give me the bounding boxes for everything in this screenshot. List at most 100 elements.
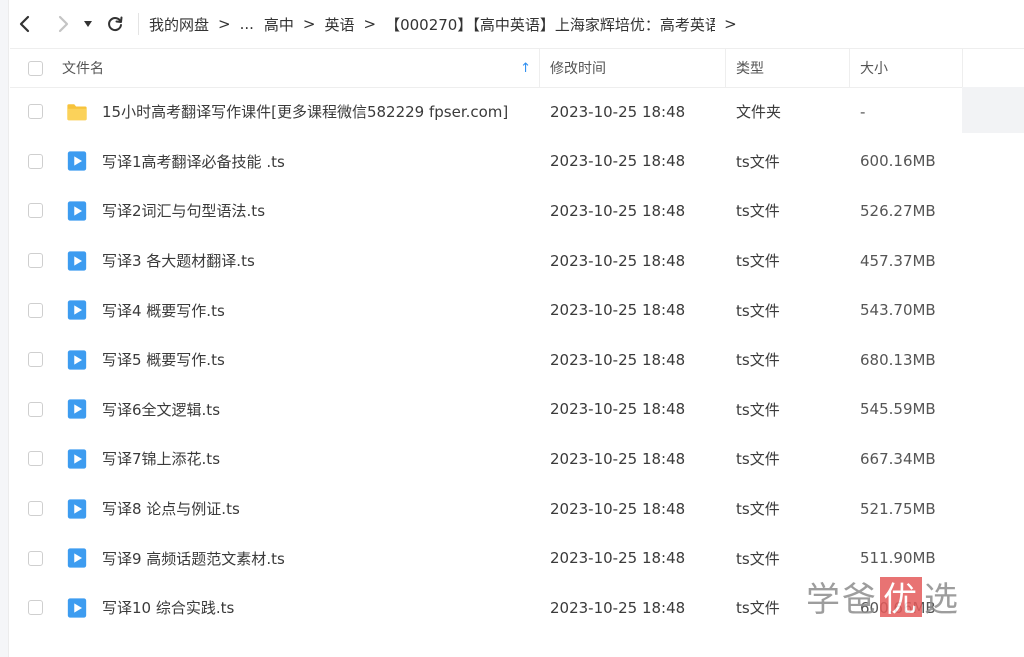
row-checkbox-cell [10, 285, 60, 335]
row-checkbox[interactable] [27, 302, 43, 318]
breadcrumb-item-ellipsis[interactable]: ... [240, 15, 254, 33]
row-checkbox[interactable] [27, 451, 43, 467]
video-file-icon [67, 350, 87, 370]
column-header-time[interactable]: 修改时间 [540, 49, 726, 87]
file-name[interactable]: 写译6全文逻辑.ts [102, 399, 220, 420]
row-checkbox[interactable] [27, 203, 43, 219]
file-name[interactable]: 写译4 概要写作.ts [102, 300, 225, 321]
column-header-name-label: 文件名 [62, 61, 104, 77]
refresh-icon [108, 16, 123, 32]
breadcrumb-item-root[interactable]: 我的网盘 [149, 14, 209, 35]
file-row[interactable]: 写译4 概要写作.ts 2023-10-25 18:48 ts文件 543.70MB [10, 285, 962, 335]
file-type: ts文件 [736, 450, 780, 469]
file-modified-time: 2023-10-25 18:48 [550, 102, 686, 121]
watermark-text-3: 选 [924, 580, 960, 620]
row-checkbox-cell [10, 385, 60, 435]
video-file-icon [67, 201, 87, 221]
file-name[interactable]: 写译1高考翻译必备技能 .ts [102, 151, 285, 172]
file-name-cell[interactable]: 写译4 概要写作.ts [60, 285, 540, 335]
file-size: - [860, 102, 866, 121]
file-row[interactable]: 写译3 各大题材翻译.ts 2023-10-25 18:48 ts文件 457.37M… [10, 236, 962, 286]
file-size: 526.27MB [860, 201, 936, 220]
file-name-cell[interactable]: 15小时高考翻译写作课件[更多课程微信582229 fpser.com] [60, 87, 540, 137]
file-size: 600.16MB [860, 152, 936, 171]
watermark-box: 优 [880, 576, 922, 620]
row-checkbox[interactable] [27, 600, 43, 616]
file-name-cell[interactable]: 写译1高考翻译必备技能 .ts [60, 137, 540, 187]
file-modified-time: 2023-10-25 18:48 [550, 201, 686, 220]
file-name[interactable]: 写译2词汇与句型语法.ts [102, 200, 265, 221]
video-file-icon [67, 449, 87, 469]
file-row[interactable]: 写译2词汇与句型语法.ts 2023-10-25 18:48 ts文件 526.27M… [10, 186, 962, 236]
file-name-cell[interactable]: 写译3 各大题材翻译.ts [60, 236, 540, 286]
file-name[interactable]: 写译7锦上添花.ts [102, 448, 220, 469]
file-name-cell[interactable]: 写译7锦上添花.ts [60, 434, 540, 484]
row-checkbox[interactable] [27, 253, 43, 269]
breadcrumb-separator: > [724, 15, 737, 33]
file-modified-time: 2023-10-25 18:48 [550, 350, 686, 369]
file-modified-time: 2023-10-25 18:48 [550, 449, 686, 468]
file-row[interactable]: 15小时高考翻译写作课件[更多课程微信582229 fpser.com] 2023… [10, 87, 962, 137]
header-filler [962, 48, 1024, 88]
file-name-cell[interactable]: 写译9 高频话题范文素材.ts [60, 533, 540, 583]
file-row[interactable]: 写译6全文逻辑.ts 2023-10-25 18:48 ts文件 545.59MB [10, 385, 962, 435]
row-checkbox-cell [10, 137, 60, 187]
column-header-name[interactable]: 文件名 ↑ [60, 49, 540, 87]
file-name-cell[interactable]: 写译2词汇与句型语法.ts [60, 186, 540, 236]
file-name[interactable]: 写译9 高频话题范文素材.ts [102, 548, 285, 569]
file-name[interactable]: 写译8 论点与例证.ts [102, 498, 240, 519]
file-name-cell[interactable]: 写译10 综合实践.ts [60, 583, 540, 633]
file-row[interactable]: 写译5 概要写作.ts 2023-10-25 18:48 ts文件 680.13MB [10, 335, 962, 385]
breadcrumb: 我的网盘 > ... 高中 > 英语 > 【000270】【高中英语】上海家辉培… [149, 14, 746, 35]
column-header-type[interactable]: 类型 [726, 49, 850, 87]
file-row[interactable]: 写译8 论点与例证.ts 2023-10-25 18:48 ts文件 521.75MB [10, 484, 962, 534]
file-modified-time: 2023-10-25 18:48 [550, 598, 686, 617]
file-size: 667.34MB [860, 449, 936, 468]
select-all-checkbox[interactable] [27, 60, 43, 76]
file-modified-time: 2023-10-25 18:48 [550, 499, 686, 518]
column-header-size[interactable]: 大小 [850, 49, 962, 87]
file-size: 521.75MB [860, 499, 936, 518]
refresh-button[interactable] [100, 9, 130, 39]
breadcrumb-item-level2[interactable]: 高中 [264, 14, 294, 35]
row-checkbox[interactable] [27, 104, 43, 120]
file-type: ts文件 [736, 152, 780, 171]
history-dropdown-button[interactable] [78, 9, 98, 39]
file-size: 680.13MB [860, 350, 936, 369]
file-size: 545.59MB [860, 400, 936, 419]
file-row[interactable]: 写译7锦上添花.ts 2023-10-25 18:48 ts文件 667.34MB [10, 434, 962, 484]
row-checkbox[interactable] [27, 153, 43, 169]
file-type: ts文件 [736, 202, 780, 221]
breadcrumb-separator: > [363, 15, 377, 33]
file-name[interactable]: 写译3 各大题材翻译.ts [102, 250, 255, 271]
row-checkbox-cell [10, 87, 60, 137]
file-modified-time: 2023-10-25 18:48 [550, 549, 686, 568]
file-type: ts文件 [736, 500, 780, 519]
row-checkbox[interactable] [27, 352, 43, 368]
row-checkbox[interactable] [27, 501, 43, 517]
file-name-cell[interactable]: 写译5 概要写作.ts [60, 335, 540, 385]
video-file-icon [67, 151, 87, 172]
file-name[interactable]: 15小时高考翻译写作课件[更多课程微信582229 fpser.com] [102, 101, 508, 122]
file-size: 543.70MB [860, 301, 936, 320]
breadcrumb-item-level3[interactable]: 英语 [325, 14, 355, 35]
toolbar: 我的网盘 > ... 高中 > 英语 > 【000270】【高中英语】上海家辉培… [10, 0, 1024, 48]
toolbar-divider [138, 13, 139, 35]
sort-ascending-icon: ↑ [520, 60, 531, 76]
forward-button[interactable] [48, 9, 78, 39]
row-checkbox[interactable] [27, 550, 43, 566]
row-checkbox-cell [10, 236, 60, 286]
chevron-left-icon [19, 15, 30, 33]
column-header-type-label: 类型 [736, 61, 764, 77]
file-name-cell[interactable]: 写译8 论点与例证.ts [60, 484, 540, 534]
left-panel-edge [0, 0, 9, 657]
file-name[interactable]: 写译10 综合实践.ts [102, 597, 234, 618]
file-name-cell[interactable]: 写译6全文逻辑.ts [60, 385, 540, 435]
file-row[interactable]: 写译1高考翻译必备技能 .ts 2023-10-25 18:48 ts文件 600.1… [10, 137, 962, 187]
back-button[interactable] [10, 9, 40, 39]
file-modified-time: 2023-10-25 18:48 [550, 251, 686, 270]
row-checkbox[interactable] [27, 401, 43, 417]
file-type: ts文件 [736, 301, 780, 320]
file-name[interactable]: 写译5 概要写作.ts [102, 349, 225, 370]
breadcrumb-item-current[interactable]: 【000270】【高中英语】上海家辉培优：高考英语写作翻译专题（10节... [385, 14, 715, 35]
